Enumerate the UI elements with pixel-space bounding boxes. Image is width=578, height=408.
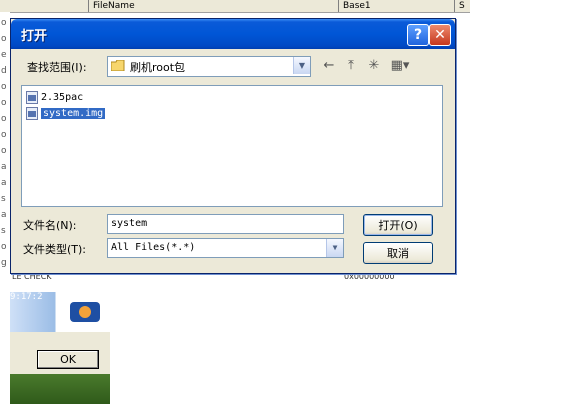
column-header-s[interactable]: S <box>454 0 465 12</box>
row-mark: a <box>1 210 7 220</box>
row-mark: e <box>1 50 7 60</box>
file-name: 2.35pac <box>41 92 84 103</box>
background-table-header: FileName Base1 S <box>0 0 470 13</box>
file-name: system.img <box>41 108 106 119</box>
file-type-label: 文件类型(T): <box>23 243 87 256</box>
help-icon: ? <box>413 27 423 43</box>
row-mark: g <box>1 258 7 268</box>
close-icon: ✕ <box>434 27 446 43</box>
row-mark: d <box>1 66 7 76</box>
file-icon <box>26 91 38 104</box>
look-in-label: 查找范围(I): <box>27 61 87 74</box>
background-ok-button[interactable]: OK <box>37 350 99 369</box>
look-in-dropdown[interactable]: 刷机root包 ▼ <box>107 56 311 77</box>
up-folder-icon[interactable]: ⤒ <box>341 56 361 75</box>
file-name-label: 文件名(N): <box>23 219 77 232</box>
file-type-value: All Files(*.*) <box>111 242 196 253</box>
file-type-dropdown[interactable]: All Files(*.*) ▼ <box>107 238 344 258</box>
row-mark: o <box>1 146 7 156</box>
list-item[interactable]: 2.35pac <box>26 90 83 105</box>
list-item[interactable]: system.img <box>26 106 106 121</box>
chevron-down-icon[interactable]: ▼ <box>326 239 343 257</box>
row-mark: s <box>1 194 6 204</box>
row-mark: o <box>1 18 7 28</box>
background-time: 9:17:2 <box>10 292 43 302</box>
back-icon[interactable]: ← <box>319 56 339 75</box>
new-folder-icon[interactable]: ✳ <box>364 56 384 75</box>
brand-logo-icon <box>70 302 100 322</box>
row-mark: o <box>1 82 7 92</box>
row-mark: o <box>1 114 7 124</box>
open-file-dialog: 打开 ? ✕ 查找范围(I): 刷机root包 ▼ ← ⤒ ✳ ▦▾ 2.35p… <box>10 18 456 274</box>
column-header-filename[interactable]: FileName <box>88 0 135 12</box>
chevron-down-icon[interactable]: ▼ <box>293 57 310 74</box>
close-button[interactable]: ✕ <box>429 24 451 46</box>
row-mark: o <box>1 130 7 140</box>
help-button[interactable]: ? <box>407 24 429 46</box>
background-table-left-edge: o o e d o o o o o a a s a s o g <box>0 12 10 277</box>
dialog-title: 打开 <box>21 29 48 44</box>
background-wallpaper <box>10 374 110 404</box>
row-mark: o <box>1 34 7 44</box>
file-icon <box>26 107 38 120</box>
look-in-value: 刷机root包 <box>130 61 186 74</box>
background-panel: 9:17:2 OK <box>10 292 110 404</box>
row-mark: a <box>1 178 7 188</box>
row-mark: o <box>1 98 7 108</box>
row-mark: o <box>1 242 7 252</box>
row-mark: a <box>1 162 7 172</box>
dialog-title-bar[interactable]: 打开 ? ✕ <box>11 19 455 49</box>
view-menu-icon[interactable]: ▦▾ <box>387 56 413 75</box>
open-button[interactable]: 打开(O) <box>363 214 433 236</box>
file-list[interactable]: 2.35pac system.img <box>21 85 443 207</box>
folder-icon <box>111 60 125 71</box>
cancel-button[interactable]: 取消 <box>363 242 433 264</box>
row-mark: s <box>1 226 6 236</box>
column-header-base1[interactable]: Base1 <box>338 0 371 12</box>
file-name-input[interactable]: system <box>107 214 344 234</box>
